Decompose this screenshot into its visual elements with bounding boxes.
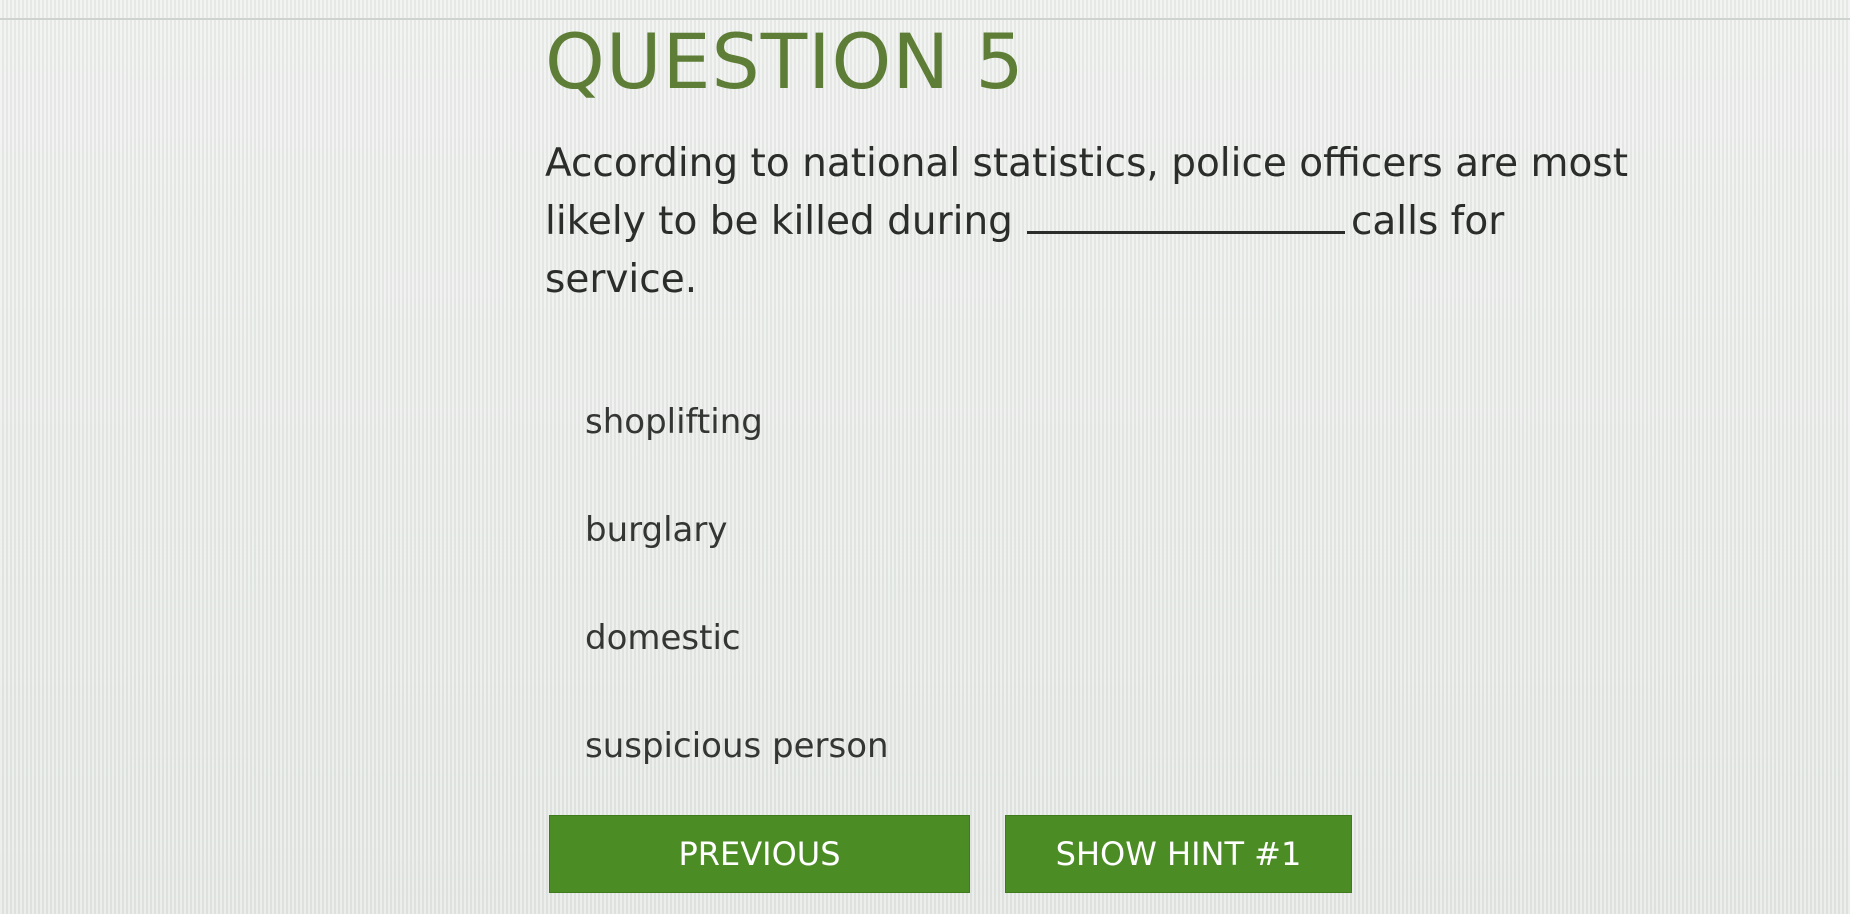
answer-option-domestic[interactable]: domestic	[585, 611, 889, 719]
answer-option-shoplifting[interactable]: shoplifting	[585, 395, 889, 503]
question-title: QUESTION 5	[545, 17, 1025, 106]
previous-button[interactable]: PREVIOUS	[549, 815, 970, 893]
quiz-screen: QUESTION 5 According to national statist…	[0, 0, 1850, 914]
show-hint-button-label: SHOW HINT #1	[1055, 835, 1302, 873]
answer-option-burglary[interactable]: burglary	[585, 503, 889, 611]
previous-button-label: PREVIOUS	[678, 835, 841, 873]
answer-option-suspicious-person[interactable]: suspicious person	[585, 719, 889, 827]
answer-blank	[1026, 197, 1345, 234]
show-hint-button[interactable]: SHOW HINT #1	[1005, 815, 1352, 893]
question-text: According to national statistics, police…	[545, 135, 1635, 309]
answer-options: shoplifting burglary domestic suspicious…	[585, 395, 889, 827]
